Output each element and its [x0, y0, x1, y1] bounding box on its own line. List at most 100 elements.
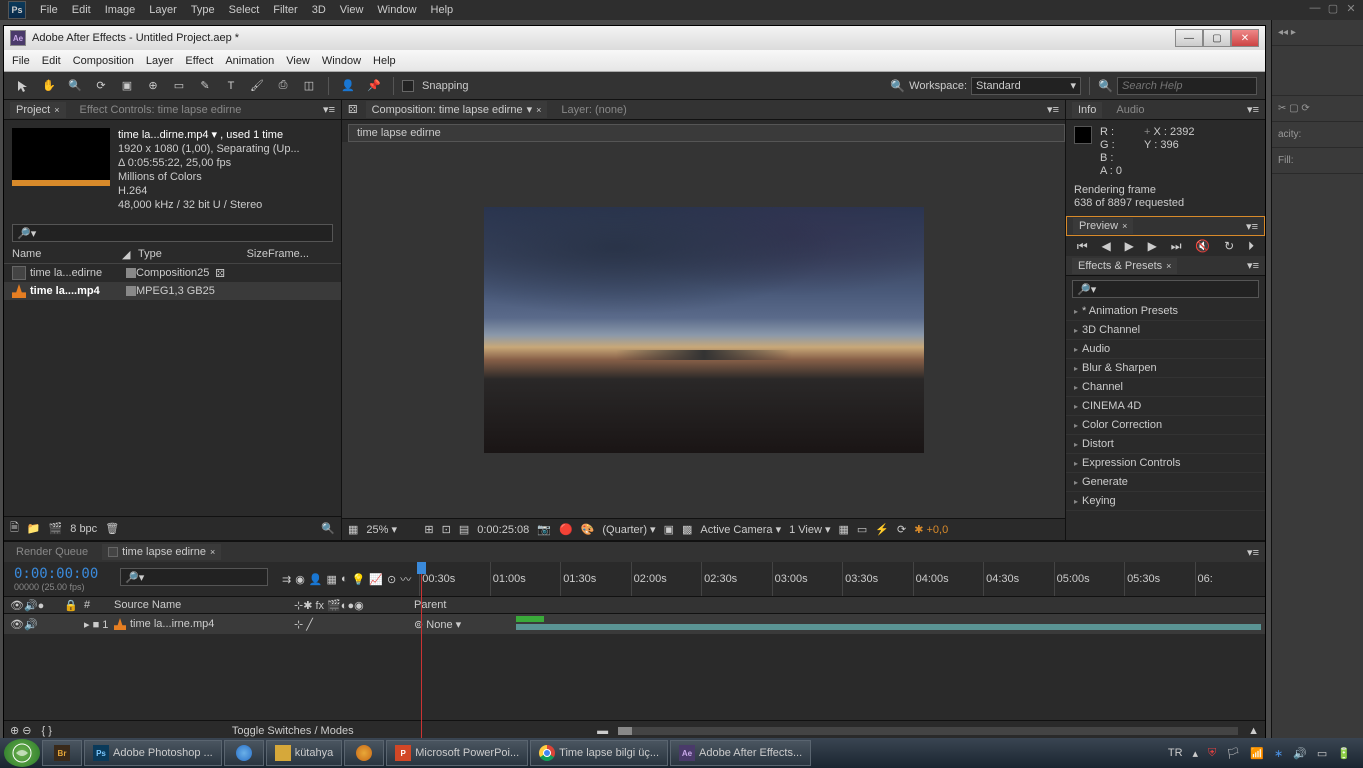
zoom-tool-icon[interactable]: 🔍 [64, 75, 86, 97]
ram-preview-icon[interactable]: ⏵ [1248, 239, 1254, 254]
ps-menu-view[interactable]: View [340, 4, 364, 16]
brainstorm-icon[interactable]: 💡 [352, 573, 366, 586]
taskbar-after-effects[interactable]: AeAdobe After Effects... [670, 740, 811, 766]
brush-tool-icon[interactable]: 🖌 [246, 75, 268, 97]
preview-tab[interactable]: Preview × [1073, 218, 1133, 234]
toggle-switches-button[interactable]: Toggle Switches / Modes [232, 725, 354, 737]
ps-minimize-icon[interactable]: — [1309, 2, 1321, 14]
ae-menu-edit[interactable]: Edit [42, 55, 61, 67]
timeline-comp-tab[interactable]: time lapse edirne × [102, 544, 221, 560]
pan-behind-tool-icon[interactable]: ⊕ [142, 75, 164, 97]
flowchart-icon[interactable]: ⚄ [348, 103, 358, 116]
taskbar-bridge[interactable]: Br [42, 740, 82, 766]
taskbar-wmp[interactable] [344, 740, 384, 766]
motion-blur-icon[interactable]: ◐ [341, 573, 348, 585]
taskbar-powerpoint[interactable]: PMicrosoft PowerPoi... [386, 740, 528, 766]
eraser-tool-icon[interactable]: ◫ [298, 75, 320, 97]
color-mgmt-icon[interactable]: 🎨 [581, 523, 595, 536]
ps-menu-file[interactable]: File [40, 4, 58, 16]
grid-icon[interactable]: ▤ [459, 523, 469, 536]
zoom-in-icon[interactable]: ▲ [1248, 725, 1259, 737]
render-queue-tab[interactable]: Render Queue [10, 544, 94, 560]
ae-menu-view[interactable]: View [286, 55, 310, 67]
effects-search-input[interactable]: 🔎▾ [1072, 280, 1259, 298]
prev-frame-icon[interactable]: ◀ [1102, 239, 1111, 253]
composition-subtab[interactable]: time lapse edirne [348, 124, 1065, 142]
new-comp-icon[interactable]: 🎬 [49, 522, 63, 535]
ps-opacity-row[interactable]: acity: [1272, 122, 1363, 148]
taskbar-explorer[interactable]: kütahya [266, 740, 343, 766]
tl-bracket-icon[interactable]: { } [42, 725, 52, 737]
fx-animation-presets[interactable]: * Animation Presets [1066, 302, 1265, 321]
tray-chevron-icon[interactable]: ▴ [1193, 747, 1199, 760]
ps-menu-window[interactable]: Window [377, 4, 416, 16]
graph-icon[interactable]: 〰 [400, 571, 411, 587]
fx-color-correction[interactable]: Color Correction [1066, 416, 1265, 435]
ps-close-icon[interactable]: ✕ [1345, 2, 1357, 14]
tray-bluetooth-icon[interactable]: ∗ [1274, 747, 1283, 760]
ae-close-button[interactable]: ✕ [1231, 29, 1259, 47]
next-frame-icon[interactable]: ▶ [1148, 239, 1157, 253]
play-icon[interactable]: ▶ [1125, 239, 1134, 253]
ps-maximize-icon[interactable]: ▢ [1327, 2, 1339, 14]
snapshot-icon[interactable]: 📷 [537, 523, 551, 536]
frame-blend-icon[interactable]: ▦ [327, 573, 337, 586]
effect-controls-tab[interactable]: Effect Controls: time lapse edirne [74, 102, 248, 118]
ae-menu-window[interactable]: Window [322, 55, 361, 67]
panel-menu-icon[interactable]: ▾≡ [1247, 546, 1259, 559]
ae-menu-file[interactable]: File [12, 55, 30, 67]
project-search-input[interactable]: 🔎▾ [12, 224, 333, 242]
fx-3d-channel[interactable]: 3D Channel [1066, 321, 1265, 340]
tray-flag-icon[interactable]: 🏳 [1226, 747, 1240, 760]
language-indicator[interactable]: TR [1168, 747, 1183, 759]
interpret-icon[interactable]: 🗎 [10, 519, 19, 538]
fx-audio[interactable]: Audio [1066, 340, 1265, 359]
ps-tab-row[interactable]: ◂◂ ▸ [1272, 20, 1363, 46]
fx-cinema4d[interactable]: CINEMA 4D [1066, 397, 1265, 416]
roi-icon[interactable]: ▣ [664, 523, 674, 536]
project-tab[interactable]: Project× [10, 102, 66, 118]
ae-maximize-button[interactable]: ▢ [1203, 29, 1231, 47]
taskbar-photoshop[interactable]: PsAdobe Photoshop ... [84, 740, 222, 766]
loop-icon[interactable]: ↻ [1224, 239, 1234, 253]
layer-tab[interactable]: Layer: (none) [555, 102, 632, 118]
rotate-tool-icon[interactable]: ⟳ [90, 75, 112, 97]
search-bin-icon[interactable]: 🔍 [321, 522, 335, 535]
timecode-display[interactable]: 0:00:25:08 [477, 524, 529, 536]
tray-tablet-icon[interactable]: ▭ [1317, 747, 1327, 760]
comp-mini-flow-icon[interactable]: ⇉ [282, 573, 291, 586]
composition-viewport[interactable] [342, 142, 1065, 518]
ae-menu-help[interactable]: Help [373, 55, 396, 67]
ps-menu-type[interactable]: Type [191, 4, 215, 16]
playhead[interactable] [421, 562, 422, 746]
fx-distort[interactable]: Distort [1066, 435, 1265, 454]
workspace-dropdown[interactable]: Standard▾ [971, 77, 1081, 95]
selection-tool-icon[interactable] [12, 75, 34, 97]
effects-presets-tab[interactable]: Effects & Presets × [1072, 258, 1177, 274]
text-tool-icon[interactable]: T [220, 75, 242, 97]
ps-crop-icon[interactable]: ✂ ▢ ⟳ [1272, 96, 1363, 122]
auto-keyframe-icon[interactable]: ⊙ [387, 573, 396, 586]
ps-menu-select[interactable]: Select [229, 4, 260, 16]
ae-titlebar[interactable]: Ae Adobe After Effects - Untitled Projec… [4, 26, 1265, 50]
graph-editor-icon[interactable]: 📈 [369, 573, 383, 586]
timeline-ruler[interactable]: 00:30s 01:00s 01:30s 02:00s 02:30s 03:00… [419, 562, 1265, 596]
tray-avira-icon[interactable]: ⛨ [1208, 747, 1216, 760]
timeline-zoom-slider[interactable] [618, 727, 1238, 735]
bpc-button[interactable]: 8 bpc [70, 523, 97, 535]
new-folder-icon[interactable]: 📁 [27, 522, 41, 535]
ae-menu-layer[interactable]: Layer [146, 55, 174, 67]
tray-battery-icon[interactable]: 🔋 [1337, 747, 1351, 760]
zoom-dropdown[interactable]: 25% ▾ [366, 523, 416, 536]
close-icon[interactable]: × [536, 105, 541, 115]
ae-minimize-button[interactable]: — [1175, 29, 1203, 47]
pixel-aspect-icon[interactable]: ▭ [857, 523, 867, 536]
asset-thumbnail[interactable] [12, 128, 110, 186]
ps-menu-edit[interactable]: Edit [72, 4, 91, 16]
tray-volume-icon[interactable]: 🔊 [1293, 747, 1307, 760]
fx-blur-sharpen[interactable]: Blur & Sharpen [1066, 359, 1265, 378]
fx-channel[interactable]: Channel [1066, 378, 1265, 397]
panel-menu-icon[interactable]: ▾≡ [1247, 103, 1259, 116]
camera-dropdown[interactable]: Active Camera ▾ [700, 523, 781, 536]
puppet-tool-icon[interactable]: 📌 [363, 75, 385, 97]
